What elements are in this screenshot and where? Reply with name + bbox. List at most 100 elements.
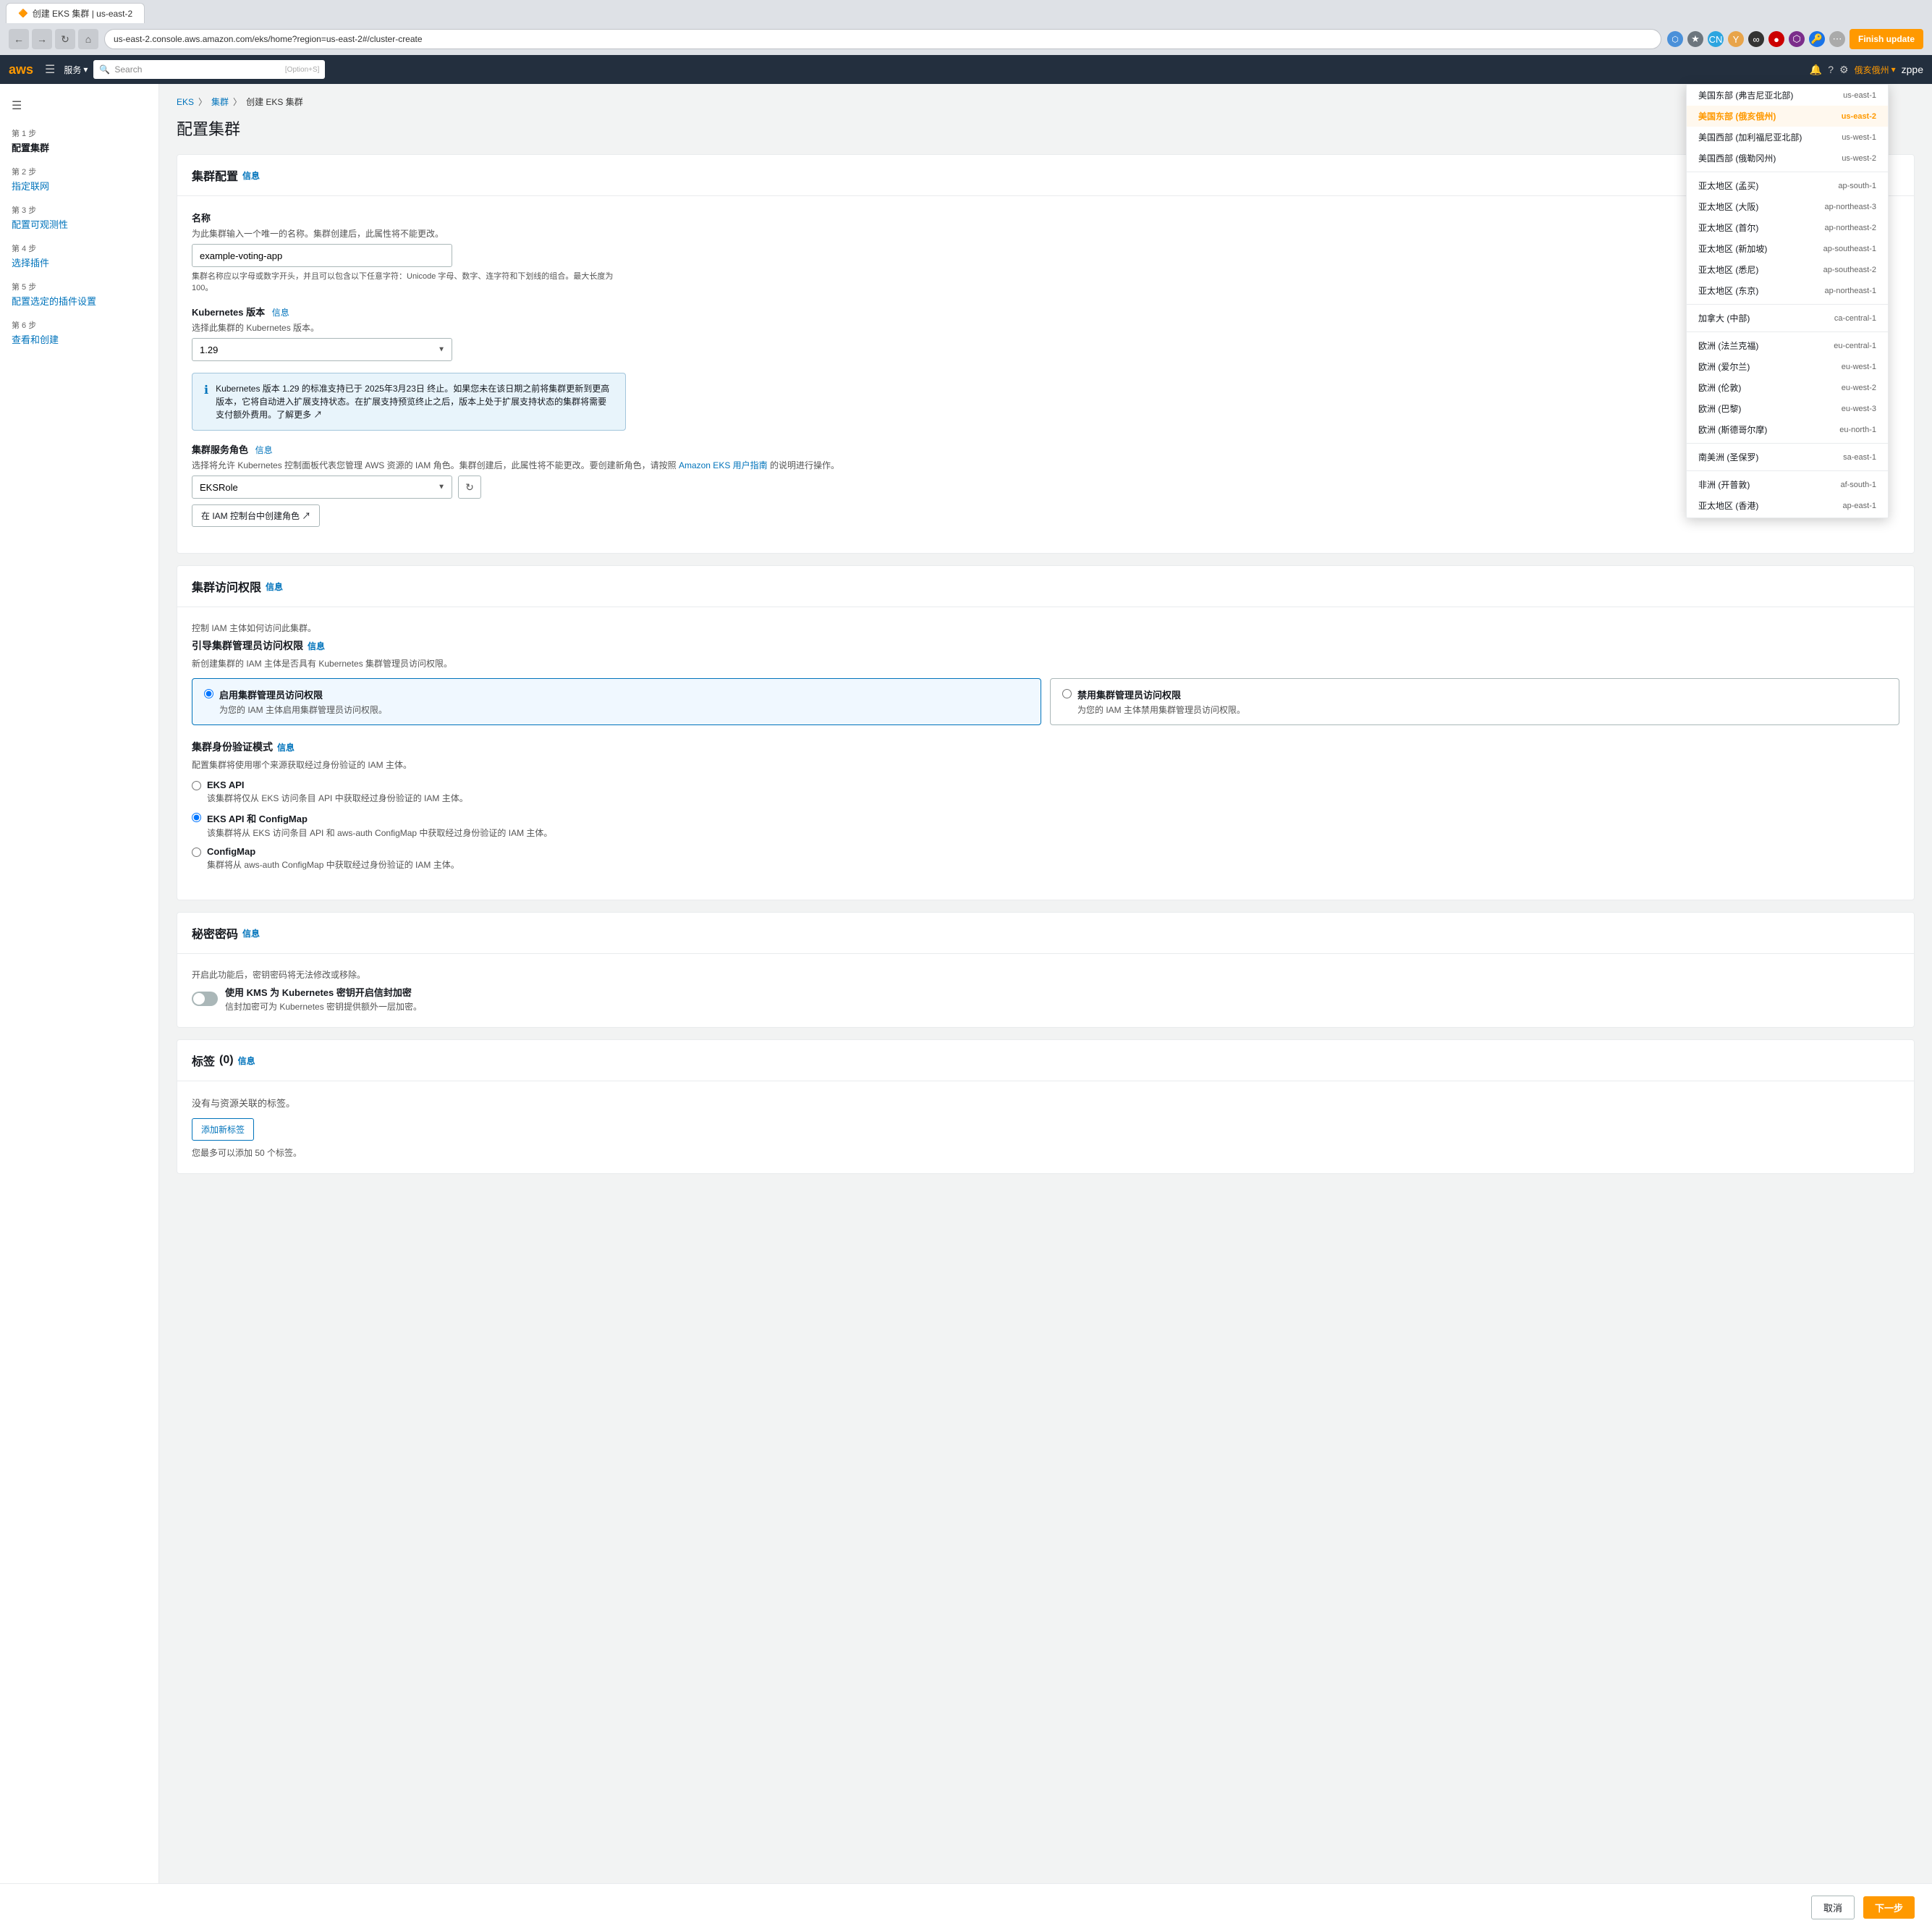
name-hint: 为此集群输入一个唯一的名称。集群创建后，此属性将不能更改。 xyxy=(192,227,1899,240)
region-item-ap-south-1[interactable]: 亚太地区 (孟买) ap-south-1 xyxy=(1687,175,1888,196)
kms-toggle[interactable] xyxy=(192,992,218,1006)
auth-mode-subsection: 集群身份验证模式 信息 配置集群将使用哪个来源获取经过身份验证的 IAM 主体。… xyxy=(192,740,1899,871)
k8s-version-info-link[interactable]: 信息 xyxy=(272,308,289,318)
cancel-button[interactable]: 取消 xyxy=(1811,1896,1855,1919)
toggle-label: 使用 KMS 为 Kubernetes 密钥开启信封加密 xyxy=(225,985,422,999)
step-item-5[interactable]: 第 5 步 配置选定的插件设置 xyxy=(0,275,158,313)
region-item-us-west-1[interactable]: 美国西部 (加利福尼亚北部) us-west-1 xyxy=(1687,127,1888,148)
forward-button[interactable]: → xyxy=(32,29,52,49)
home-button[interactable]: ⌂ xyxy=(78,29,98,49)
region-item-ap-northeast-1[interactable]: 亚太地区 (东京) ap-northeast-1 xyxy=(1687,280,1888,301)
bootstrap-hint: 新创建集群的 IAM 主体是否具有 Kubernetes 集群管理员访问权限。 xyxy=(192,657,1899,669)
add-tag-button[interactable]: 添加新标签 xyxy=(192,1118,254,1141)
profile-ext2-icon[interactable]: 🔑 xyxy=(1809,31,1825,47)
cluster-access-info-link[interactable]: 信息 xyxy=(266,580,283,593)
region-item-ap-southeast-2[interactable]: 亚太地区 (悉尼) ap-southeast-2 xyxy=(1687,259,1888,280)
region-item-af-south-1[interactable]: 非洲 (开普敦) af-south-1 xyxy=(1687,474,1888,495)
region-name-us-west-1: 美国西部 (加利福尼亚北部) xyxy=(1698,131,1802,143)
auth-radio-configmap[interactable] xyxy=(192,848,201,857)
reload-button[interactable]: ↻ xyxy=(55,29,75,49)
region-item-ap-east-1[interactable]: 亚太地区 (香港) ap-east-1 xyxy=(1687,495,1888,516)
region-item-eu-central-1[interactable]: 欧洲 (法兰克福) eu-central-1 xyxy=(1687,335,1888,356)
region-name-us-east-2: 美国东部 (俄亥俄州) xyxy=(1698,110,1776,122)
aws-logo: aws xyxy=(9,62,33,77)
region-code-ap-northeast-1: ap-northeast-1 xyxy=(1824,287,1876,295)
tags-info-link[interactable]: 信息 xyxy=(238,1055,255,1067)
role-select-wrapper: EKSRole ▼ xyxy=(192,476,452,499)
auth-mode-info-link[interactable]: 信息 xyxy=(277,741,295,753)
bookmark-icon[interactable]: ★ xyxy=(1687,31,1703,47)
step-item-3[interactable]: 第 3 步 配置可观测性 xyxy=(0,198,158,237)
region-item-ap-south-2[interactable]: 亚太地区 (雅加达) ap-south-2 xyxy=(1687,516,1888,518)
services-button[interactable]: 服务 ▾ xyxy=(64,64,88,76)
profile-logo-icon[interactable]: ∞ xyxy=(1748,31,1764,47)
role-refresh-button[interactable]: ↻ xyxy=(458,476,481,499)
region-item-us-west-2[interactable]: 美国西部 (俄勒冈州) us-west-2 xyxy=(1687,148,1888,169)
region-item-eu-north-1[interactable]: 欧洲 (斯德哥尔摩) eu-north-1 xyxy=(1687,419,1888,440)
role-info-link[interactable]: 信息 xyxy=(255,445,273,455)
sidebar-toggle-icon[interactable]: ☰ xyxy=(12,100,22,112)
finish-update-button[interactable]: Finish update xyxy=(1850,29,1923,49)
name-input[interactable] xyxy=(192,244,452,267)
region-item-ap-southeast-1[interactable]: 亚太地区 (新加坡) ap-southeast-1 xyxy=(1687,238,1888,259)
region-button[interactable]: 俄亥俄州 ▾ xyxy=(1855,64,1896,76)
secrets-hint: 开启此功能后，密钥密码将无法修改或移除。 xyxy=(192,968,1899,981)
region-divider-21 xyxy=(1687,470,1888,471)
region-item-us-east-1[interactable]: 美国东部 (弗吉尼亚北部) us-east-1 xyxy=(1687,85,1888,106)
sidebar-toggle[interactable]: ☰ xyxy=(0,96,158,122)
region-item-eu-west-3[interactable]: 欧洲 (巴黎) eu-west-3 xyxy=(1687,398,1888,419)
role-guide-link[interactable]: Amazon EKS 用户指南 xyxy=(679,460,768,470)
region-item-ca-central-1[interactable]: 加拿大 (中部) ca-central-1 xyxy=(1687,308,1888,329)
breadcrumb-eks[interactable]: EKS xyxy=(177,97,194,107)
region-code-sa-east-1: sa-east-1 xyxy=(1843,453,1876,462)
region-item-sa-east-1[interactable]: 南美洲 (圣保罗) sa-east-1 xyxy=(1687,447,1888,468)
browser-actions: ⬡ ★ CN Y ∞ ● ⬡ 🔑 ⋯ Finish update xyxy=(1667,29,1923,49)
back-button[interactable]: ← xyxy=(9,29,29,49)
step-item-2[interactable]: 第 2 步 指定联网 xyxy=(0,160,158,198)
step-item-4[interactable]: 第 4 步 选择插件 xyxy=(0,237,158,275)
cluster-config-header: 集群配置 信息 xyxy=(177,155,1914,196)
step-title-1: 配置集群 xyxy=(12,140,147,154)
enable-admin-radio[interactable] xyxy=(204,689,213,698)
breadcrumb-clusters[interactable]: 集群 xyxy=(211,96,229,108)
disable-admin-radio[interactable] xyxy=(1062,689,1072,698)
cluster-config-info-link[interactable]: 信息 xyxy=(242,169,260,182)
region-divider-11 xyxy=(1687,304,1888,305)
more-tools-icon[interactable]: ⋯ xyxy=(1829,31,1845,47)
enable-admin-card[interactable]: 启用集群管理员访问权限 为您的 IAM 主体启用集群管理员访问权限。 xyxy=(192,678,1041,725)
auth-radio-eks-api-configmap[interactable] xyxy=(192,813,201,822)
cluster-access-header: 集群访问权限 信息 xyxy=(177,566,1914,607)
user-button[interactable]: zppe xyxy=(1902,64,1923,75)
create-role-button[interactable]: 在 IAM 控制台中创建角色 ↗ xyxy=(192,504,320,527)
profile-y-icon[interactable]: Y xyxy=(1728,31,1744,47)
name-label: 名称 xyxy=(192,211,1899,224)
bootstrap-info-link[interactable]: 信息 xyxy=(308,640,325,652)
aws-search-bar[interactable]: 🔍 Search [Option+S] xyxy=(93,60,325,79)
bell-icon[interactable]: 🔔 xyxy=(1810,64,1822,76)
profile-ext-icon[interactable]: ⬡ xyxy=(1789,31,1805,47)
auth-radio-text-eks-api-configmap: EKS API 和 ConfigMap 该集群将从 EKS 访问条目 API 和… xyxy=(207,811,552,839)
region-item-us-east-2[interactable]: 美国东部 (俄亥俄州) us-east-2 xyxy=(1687,106,1888,127)
region-item-ap-northeast-3[interactable]: 亚太地区 (大阪) ap-northeast-3 xyxy=(1687,196,1888,217)
hamburger-menu-icon[interactable]: ☰ xyxy=(45,62,55,77)
profile-cn-icon[interactable]: CN xyxy=(1708,31,1724,47)
profile-r-icon[interactable]: ● xyxy=(1768,31,1784,47)
browser-tab[interactable]: 🔶 创建 EKS 集群 | us-east-2 xyxy=(6,3,145,23)
region-item-eu-west-2[interactable]: 欧洲 (伦敦) eu-west-2 xyxy=(1687,377,1888,398)
auth-radio-eks-api[interactable] xyxy=(192,781,201,790)
step-item-1[interactable]: 第 1 步 配置集群 xyxy=(0,122,158,160)
region-item-eu-west-1[interactable]: 欧洲 (爱尔兰) eu-west-1 xyxy=(1687,356,1888,377)
disable-admin-card[interactable]: 禁用集群管理员访问权限 为您的 IAM 主体禁用集群管理员访问权限。 xyxy=(1050,678,1899,725)
k8s-version-select[interactable]: 1.29 1.28 1.27 xyxy=(192,338,452,361)
step-item-6[interactable]: 第 6 步 查看和创建 xyxy=(0,313,158,352)
address-bar[interactable]: us-east-2.console.aws.amazon.com/eks/hom… xyxy=(104,29,1661,49)
role-select[interactable]: EKSRole xyxy=(192,476,452,499)
next-button[interactable]: 下一步 xyxy=(1863,1896,1915,1919)
extensions-icon[interactable]: ⬡ xyxy=(1667,31,1683,47)
secrets-info-link[interactable]: 信息 xyxy=(242,927,260,939)
region-code-us-east-2: us-east-2 xyxy=(1842,112,1876,121)
settings-icon[interactable]: ⚙ xyxy=(1839,64,1849,76)
tags-section: 标签 (0) 信息 没有与资源关联的标签。 添加新标签 您最多可以添加 50 个… xyxy=(177,1039,1915,1174)
question-icon[interactable]: ? xyxy=(1828,64,1834,75)
region-item-ap-northeast-2[interactable]: 亚太地区 (首尔) ap-northeast-2 xyxy=(1687,217,1888,238)
